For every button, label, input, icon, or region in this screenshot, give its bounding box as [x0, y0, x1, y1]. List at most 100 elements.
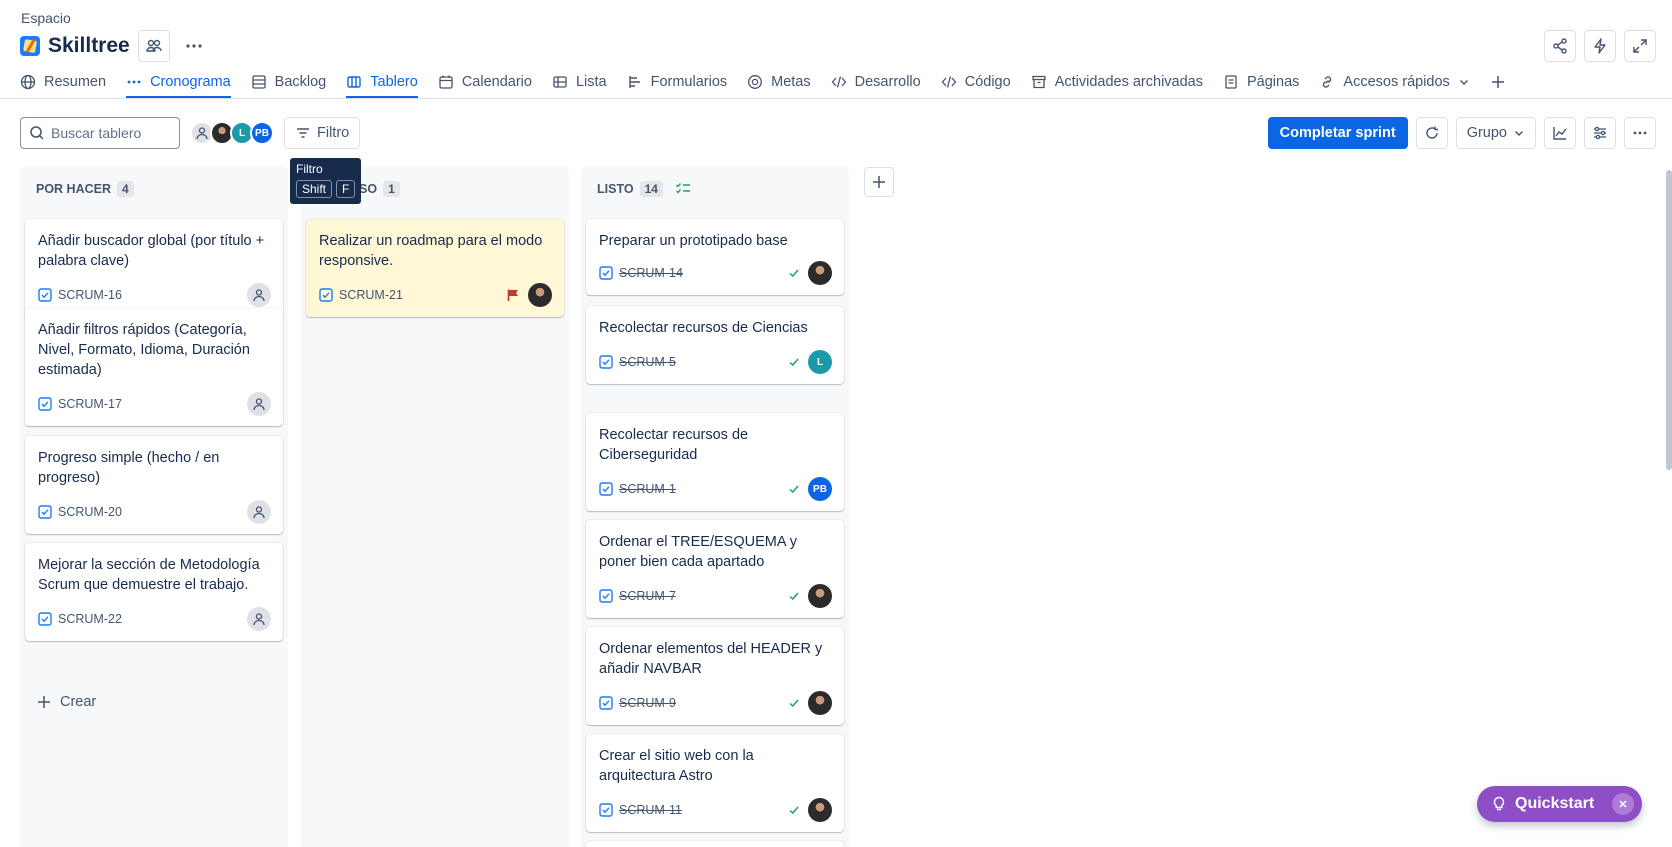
nav-tabs: Resumen Cronograma Backlog Tablero Calen… [20, 66, 1506, 98]
automation-button[interactable] [1584, 30, 1616, 62]
unassigned-avatar[interactable] [247, 607, 271, 631]
assignee-avatar[interactable] [808, 691, 832, 715]
tab-label: Metas [771, 74, 811, 90]
column-count: 1 [383, 181, 400, 197]
assignee-avatar[interactable] [808, 798, 832, 822]
group-by-button[interactable]: Grupo [1455, 117, 1536, 149]
board-toolbar: Buscar tablero L PB Filtro Completar spr… [20, 117, 1656, 149]
unassigned-avatar[interactable] [247, 500, 271, 524]
issue-card-partial[interactable] [586, 841, 844, 847]
create-issue-button[interactable]: Crear [36, 694, 96, 710]
share-button[interactable] [1544, 30, 1576, 62]
tab-resumen[interactable]: Resumen [20, 66, 106, 98]
refresh-icon [1426, 126, 1438, 139]
close-icon [1619, 800, 1627, 808]
issue-card[interactable]: Ordenar elementos del HEADER y añadir NA… [586, 627, 844, 725]
issue-card[interactable]: Recolectar recursos de Ciberseguridad SC… [586, 413, 844, 511]
tab-paginas[interactable]: Páginas [1223, 66, 1299, 98]
check-icon [789, 358, 799, 367]
issue-key[interactable]: SCRUM-20 [58, 505, 122, 519]
column-header[interactable]: POR HACER 4 [20, 166, 288, 212]
tab-metas[interactable]: Metas [747, 66, 811, 98]
settings-sliders-icon [1594, 126, 1606, 140]
issue-key[interactable]: SCRUM-5 [619, 355, 676, 369]
issue-key[interactable]: SCRUM-21 [339, 288, 403, 302]
complete-sprint-button[interactable]: Completar sprint [1267, 117, 1408, 149]
column-header[interactable]: LISTO 14 [581, 166, 849, 212]
issue-key[interactable]: SCRUM-14 [619, 266, 683, 280]
tab-desarrollo[interactable]: Desarrollo [831, 66, 921, 98]
card-footer: SCRUM-16 [38, 283, 271, 307]
tab-cronograma[interactable]: Cronograma [126, 66, 231, 98]
assignee-avatar[interactable] [528, 283, 552, 307]
issue-card[interactable]: Ordenar el TREE/ESQUEMA y poner bien cad… [586, 520, 844, 618]
issue-card[interactable]: Progreso simple (hecho / en progreso) SC… [25, 436, 283, 534]
tab-actividades-archivadas[interactable]: Actividades archivadas [1031, 66, 1203, 98]
search-input[interactable]: Buscar tablero [20, 117, 180, 149]
issue-key[interactable]: SCRUM-16 [58, 288, 122, 302]
issue-key[interactable]: SCRUM-7 [619, 589, 676, 603]
card-footer: SCRUM-14 [599, 261, 832, 285]
assignee-avatar[interactable]: PB [808, 477, 832, 501]
insights-button[interactable] [1544, 117, 1576, 149]
issue-card[interactable]: Añadir filtros rápidos (Categoría, Nivel… [25, 308, 283, 426]
card-meta [788, 691, 832, 715]
tab-lista[interactable]: Lista [552, 66, 607, 98]
issue-key[interactable]: SCRUM-9 [619, 696, 676, 710]
quickstart-close-button[interactable] [1612, 793, 1634, 815]
vertical-scrollbar[interactable] [1666, 170, 1672, 470]
card-footer: SCRUM-9 [599, 691, 832, 715]
header-divider [0, 98, 1672, 99]
team-button[interactable] [137, 30, 170, 62]
card-meta: PB [788, 477, 832, 501]
avatar-filter-group: L PB [190, 121, 274, 145]
task-checkbox-icon [599, 355, 613, 369]
unassigned-avatar[interactable] [247, 283, 271, 307]
assignee-avatar[interactable]: L [808, 350, 832, 374]
sprint-settings-button[interactable] [1415, 117, 1448, 149]
tab-label: Tablero [370, 74, 418, 90]
card-meta [247, 607, 271, 631]
issue-card[interactable]: Realizar un roadmap para el modo respons… [306, 219, 564, 317]
page-title: Skilltree [48, 34, 130, 57]
issue-card[interactable]: Preparar un prototipado base SCRUM-14 [586, 219, 844, 295]
add-column-button[interactable] [864, 167, 894, 197]
avatar-pb[interactable]: PB [250, 121, 274, 145]
issue-key[interactable]: SCRUM-11 [619, 803, 682, 817]
issue-key[interactable]: SCRUM-1 [619, 482, 676, 496]
issue-card[interactable]: Mejorar la sección de Metodología Scrum … [25, 543, 283, 641]
tab-codigo[interactable]: Código [941, 66, 1011, 98]
person-icon [253, 613, 265, 626]
tab-backlog[interactable]: Backlog [251, 66, 326, 98]
fullscreen-button[interactable] [1624, 30, 1656, 62]
tab-accesos-rapidos[interactable]: Accesos rápidos [1319, 66, 1469, 98]
assignee-avatar[interactable] [808, 261, 832, 285]
assignee-avatar[interactable] [808, 584, 832, 608]
tab-formularios[interactable]: Formularios [627, 66, 727, 98]
tab-label: Código [964, 74, 1011, 90]
issue-card[interactable]: Añadir buscador global (por título + pal… [25, 219, 283, 317]
quickstart-button[interactable]: Quickstart [1477, 786, 1642, 822]
shortcut-key-shift: Shift [296, 180, 333, 198]
tab-tablero[interactable]: Tablero [346, 66, 418, 98]
more-board-actions-button[interactable] [1624, 117, 1656, 149]
unassigned-avatar[interactable] [247, 392, 271, 416]
issue-key[interactable]: SCRUM-22 [58, 612, 122, 626]
person-icon [253, 289, 265, 302]
task-checkbox-icon [599, 589, 613, 603]
issue-card[interactable]: Recolectar recursos de Ciencias SCRUM-5 … [586, 306, 844, 384]
card-meta: L [788, 350, 832, 374]
backlog-icon [252, 75, 266, 89]
view-settings-button[interactable] [1584, 117, 1616, 149]
issue-card[interactable]: Crear el sitio web con la arquitectura A… [586, 734, 844, 832]
tab-calendario[interactable]: Calendario [438, 66, 532, 98]
person-icon [253, 398, 265, 411]
more-actions-button[interactable] [178, 30, 210, 62]
share-icon [1553, 38, 1567, 54]
filter-label: Filtro [317, 125, 350, 141]
breadcrumb[interactable]: Espacio [21, 10, 71, 26]
issue-key[interactable]: SCRUM-17 [58, 397, 122, 411]
filter-button[interactable]: Filtro [284, 117, 361, 149]
add-tab-button[interactable] [1490, 66, 1506, 98]
done-checklist-icon [675, 183, 690, 194]
